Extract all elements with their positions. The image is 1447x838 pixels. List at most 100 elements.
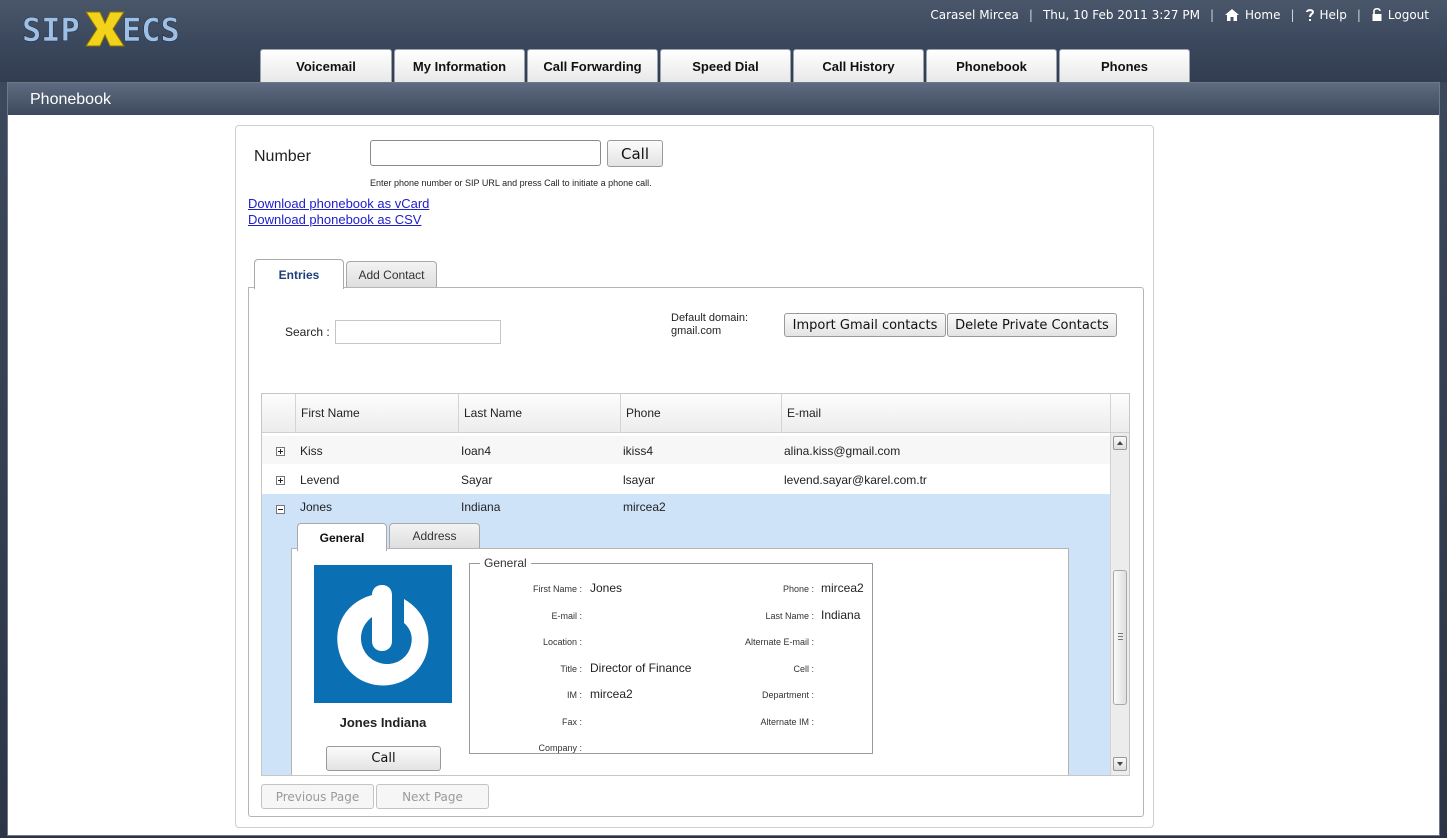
label-cell: Cell : xyxy=(793,664,814,674)
general-fieldset: General First Name : Jones E-mail : Loca… xyxy=(469,556,873,754)
label-phone: Phone : xyxy=(782,584,814,594)
value-phone: mircea2 xyxy=(821,581,864,595)
phonebook-panel: Number Call Enter phone number or SIP UR… xyxy=(235,125,1154,828)
number-input[interactable] xyxy=(370,140,601,166)
column-first-name[interactable]: First Name xyxy=(295,394,458,433)
download-csv-link[interactable]: Download phonebook as CSV xyxy=(248,212,421,227)
datetime: Thu, 10 Feb 2011 3:27 PM xyxy=(1042,7,1200,22)
lock-icon xyxy=(1372,7,1382,21)
tab-phonebook[interactable]: Phonebook xyxy=(926,49,1057,82)
contact-detail: General Address Jones Indiana Call Gener… xyxy=(262,518,1110,775)
scroll-up-button[interactable] xyxy=(1113,436,1127,450)
search-input[interactable] xyxy=(335,320,501,344)
tab-general[interactable]: General xyxy=(297,523,387,551)
expand-icon[interactable] xyxy=(276,476,285,485)
contact-avatar xyxy=(314,565,452,703)
cell-first-name: Jones xyxy=(300,500,333,514)
page-title-bar: Phonebook xyxy=(8,83,1439,115)
general-legend: General xyxy=(484,556,527,570)
main-tabs: Voicemail My Information Call Forwarding… xyxy=(260,49,1190,83)
label-title: Title : xyxy=(560,664,582,674)
header-corner xyxy=(1110,394,1129,433)
cell-phone: ikiss4 xyxy=(623,444,654,458)
page-frame: Phonebook Number Call Enter phone number… xyxy=(7,82,1440,836)
contacts-table: First Name Last Name Phone E-mail Kiss I… xyxy=(261,393,1130,776)
value-im: mircea2 xyxy=(590,687,633,701)
header-info: Carasel Mircea | Thu, 10 Feb 2011 3:27 P… xyxy=(930,7,1429,22)
label-department: Department : xyxy=(761,690,814,700)
table-scrollbar[interactable] xyxy=(1110,433,1129,775)
scroll-down-button[interactable] xyxy=(1113,757,1127,771)
cell-first-name: Kiss xyxy=(300,444,323,458)
help-label: Help xyxy=(1319,7,1347,22)
home-link[interactable]: Home xyxy=(1224,8,1280,22)
value-title: Director of Finance xyxy=(590,661,692,675)
page-title: Phonebook xyxy=(30,91,111,108)
call-contact-button[interactable]: Call xyxy=(326,746,441,771)
power-icon xyxy=(337,585,429,686)
column-email[interactable]: E-mail xyxy=(781,394,1110,433)
value-first-name: Jones xyxy=(590,581,623,595)
logout-label: Logout xyxy=(1387,7,1429,22)
tab-speed-dial[interactable]: Speed Dial xyxy=(660,49,791,82)
cell-email: alina.kiss@gmail.com xyxy=(784,444,901,458)
entries-panel: Search : Default domain: gmail.com Impor… xyxy=(248,287,1144,817)
call-button[interactable]: Call xyxy=(607,140,663,167)
number-label: Number xyxy=(254,148,311,165)
label-fax: Fax : xyxy=(561,717,582,727)
cell-first-name: Levend xyxy=(300,473,340,487)
table-header: First Name Last Name Phone E-mail xyxy=(262,394,1129,433)
contact-full-name: Jones Indiana xyxy=(339,715,427,730)
help-link[interactable]: Help xyxy=(1305,8,1347,22)
arrow-down-icon xyxy=(1117,762,1123,766)
svg-text:SIP: SIP xyxy=(22,11,80,48)
tab-phones[interactable]: Phones xyxy=(1059,49,1190,82)
tab-voicemail[interactable]: Voicemail xyxy=(260,49,392,82)
grip-icon xyxy=(1118,633,1123,640)
previous-page-button[interactable]: Previous Page xyxy=(261,784,374,809)
arrow-up-icon xyxy=(1117,441,1123,445)
cell-email: levend.sayar@karel.com.tr xyxy=(784,473,927,487)
user-name: Carasel Mircea xyxy=(930,7,1019,22)
default-domain: Default domain: gmail.com xyxy=(671,312,748,338)
tab-call-forwarding[interactable]: Call Forwarding xyxy=(527,49,658,82)
table-row[interactable]: Kiss Ioan4 ikiss4 alina.kiss@gmail.com xyxy=(262,436,1110,464)
label-alternate-im: Alternate IM : xyxy=(760,717,814,727)
import-gmail-button[interactable]: Import Gmail contacts xyxy=(784,313,946,337)
search-label: Search : xyxy=(285,325,330,339)
cell-phone: lsayar xyxy=(623,473,656,487)
detail-pane: Jones Indiana Call General First Name : … xyxy=(291,548,1069,775)
tab-entries[interactable]: Entries xyxy=(254,259,344,289)
svg-text:ECS: ECS xyxy=(122,11,180,48)
top-bar: SIP ECS Carasel Mircea | Thu, 10 Feb 201… xyxy=(0,0,1447,82)
tab-my-information[interactable]: My Information xyxy=(394,49,525,82)
label-location: Location : xyxy=(542,637,582,647)
label-company: Company : xyxy=(538,743,582,753)
help-icon xyxy=(1305,8,1314,21)
next-page-button[interactable]: Next Page xyxy=(376,784,489,809)
delete-private-contacts-button[interactable]: Delete Private Contacts xyxy=(947,313,1117,337)
collapse-icon[interactable] xyxy=(276,505,285,514)
label-first-name: First Name : xyxy=(532,584,582,594)
home-icon xyxy=(1225,8,1240,21)
expand-icon[interactable] xyxy=(276,447,285,456)
value-last-name: Indiana xyxy=(821,608,861,622)
column-phone[interactable]: Phone xyxy=(620,394,781,433)
scrollbar-thumb[interactable] xyxy=(1113,570,1127,705)
label-alternate-email: Alternate E-mail : xyxy=(744,637,814,647)
label-email: E-mail : xyxy=(551,611,582,621)
home-label: Home xyxy=(1245,7,1281,22)
sipxecs-logo[interactable]: SIP ECS xyxy=(22,8,212,48)
column-last-name[interactable]: Last Name xyxy=(458,394,620,433)
logout-link[interactable]: Logout xyxy=(1371,7,1429,22)
tab-call-history[interactable]: Call History xyxy=(793,49,924,82)
expander-column-header xyxy=(262,394,295,433)
cell-last-name: Ioan4 xyxy=(461,444,492,458)
tab-add-contact[interactable]: Add Contact xyxy=(346,261,437,288)
tab-address[interactable]: Address xyxy=(389,523,480,548)
download-vcard-link[interactable]: Download phonebook as vCard xyxy=(248,196,429,211)
table-row[interactable]: Levend Sayar lsayar levend.sayar@karel.c… xyxy=(262,465,1110,493)
label-last-name: Last Name : xyxy=(765,611,814,621)
default-domain-value: gmail.com xyxy=(671,325,722,337)
dial-hint: Enter phone number or SIP URL and press … xyxy=(370,178,652,188)
